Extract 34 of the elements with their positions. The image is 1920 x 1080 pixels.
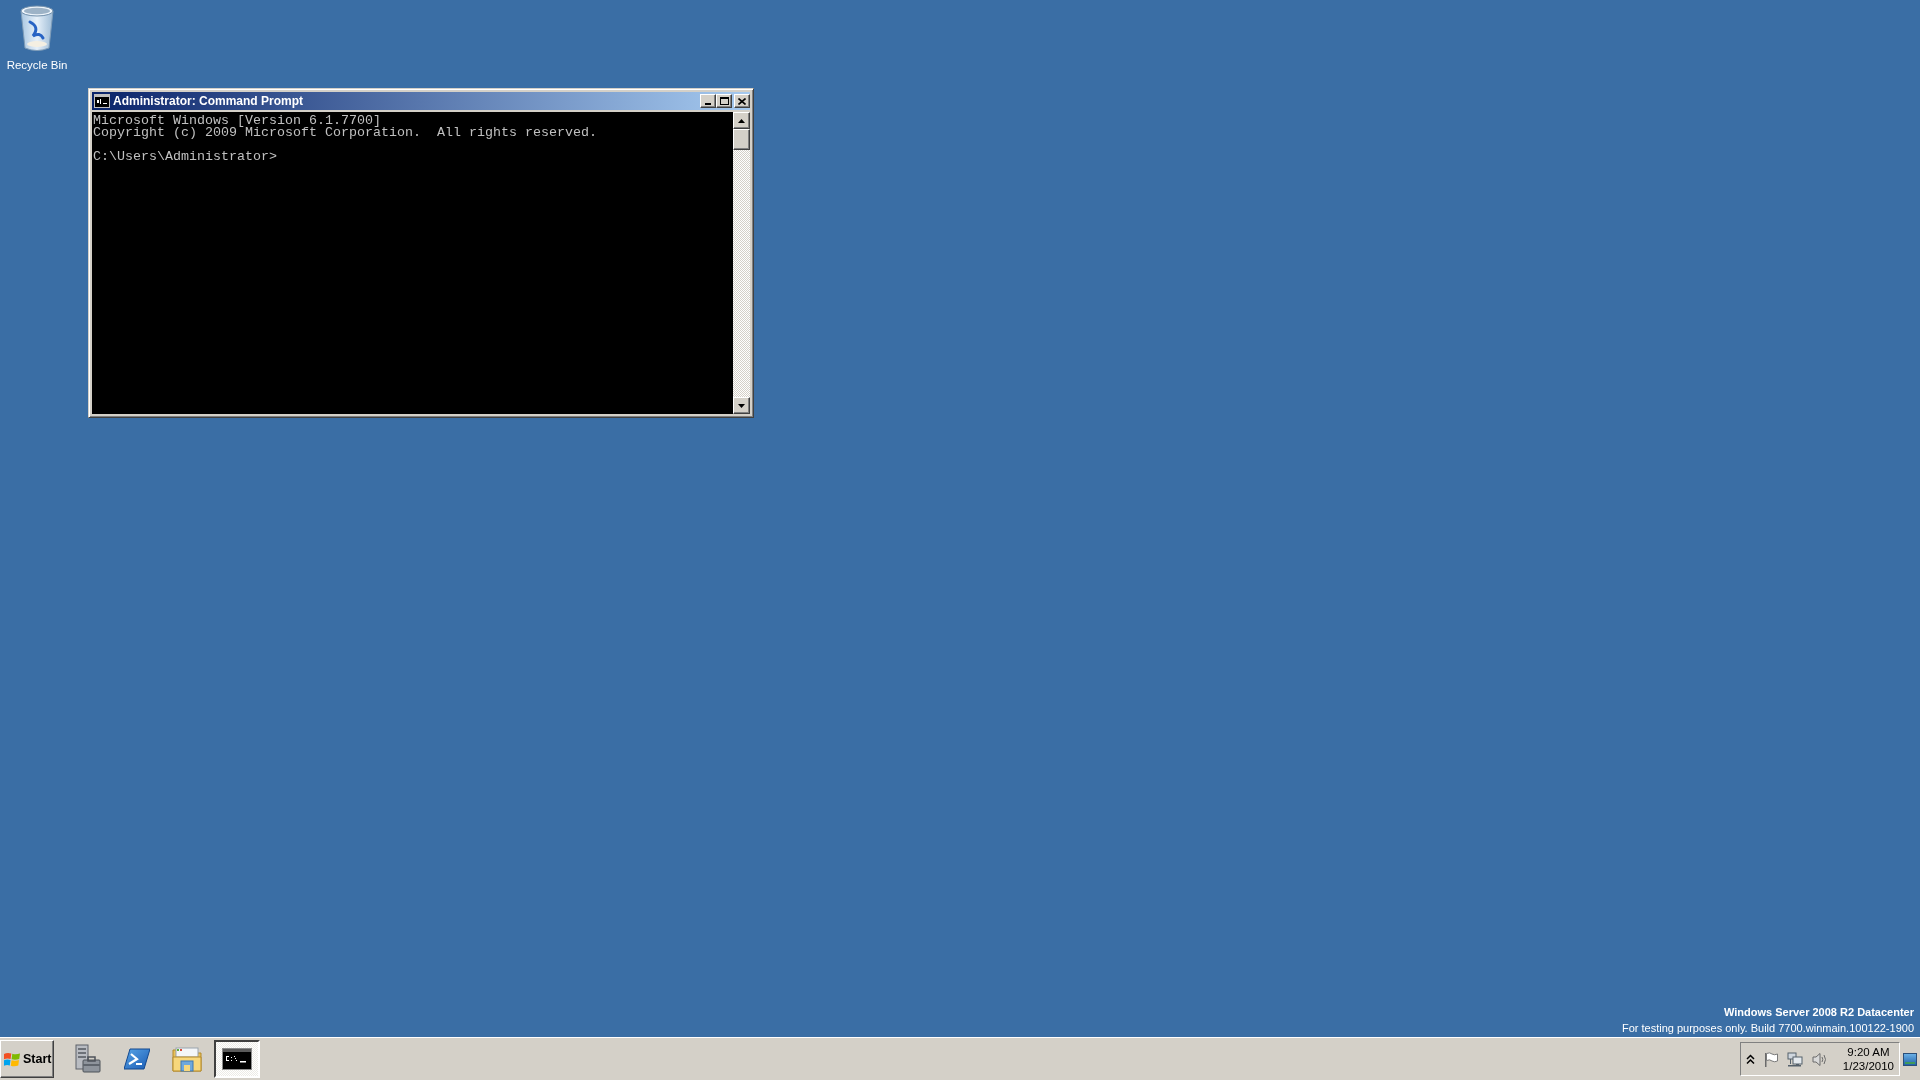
terminal-prompt-icon: [124, 1048, 150, 1070]
close-icon: [738, 97, 746, 105]
folder-icon: [172, 1046, 202, 1072]
scrollbar-thumb[interactable]: [733, 129, 750, 150]
server-toolbox-icon: [73, 1044, 101, 1074]
console-line: Copyright (c) 2009 Microsoft Corporation. All rights reserved.: [93, 127, 597, 139]
recycle-bin-icon: [18, 3, 56, 53]
minimize-icon: [705, 103, 711, 105]
minimize-button[interactable]: [700, 94, 716, 108]
chevron-up-icon[interactable]: [1745, 1053, 1755, 1065]
clock-date[interactable]: 1/23/2010: [1842, 1059, 1894, 1073]
scroll-down-button[interactable]: [733, 397, 750, 414]
network-icon[interactable]: [1786, 1051, 1803, 1067]
speaker-icon[interactable]: [1811, 1051, 1828, 1067]
up-arrow-icon: [738, 118, 745, 123]
windows-flag-icon: [4, 1051, 20, 1067]
clock-time[interactable]: 9:20 AM: [1847, 1045, 1890, 1059]
window-title: Administrator: Command Prompt: [113, 94, 303, 108]
maximize-button[interactable]: [716, 94, 732, 108]
build-label: For testing purposes only. Build 7700.winmain.100122-1900: [1621, 1021, 1914, 1036]
console-icon: [94, 94, 110, 108]
taskbar-button[interactable]: [214, 1040, 260, 1078]
edition-label: Windows Server 2008 R2 Datacenter: [1722, 1005, 1914, 1020]
console-window-icon: [222, 1048, 252, 1070]
flag-icon[interactable]: [1763, 1051, 1778, 1067]
close-button[interactable]: [734, 94, 750, 108]
console-line: Microsoft Windows [Version 6.1.7700]: [93, 115, 381, 127]
desktop-shortcut[interactable]: Recycle Bin: [2, 3, 72, 72]
console-prompt: C:\Users\Administrator>: [93, 151, 277, 163]
scroll-up-button[interactable]: [733, 112, 750, 129]
down-arrow-icon: [738, 403, 745, 408]
start-button[interactable]: Start: [0, 1040, 54, 1078]
show-desktop-icon[interactable]: [1903, 1052, 1917, 1066]
maximize-icon: [719, 97, 729, 105]
